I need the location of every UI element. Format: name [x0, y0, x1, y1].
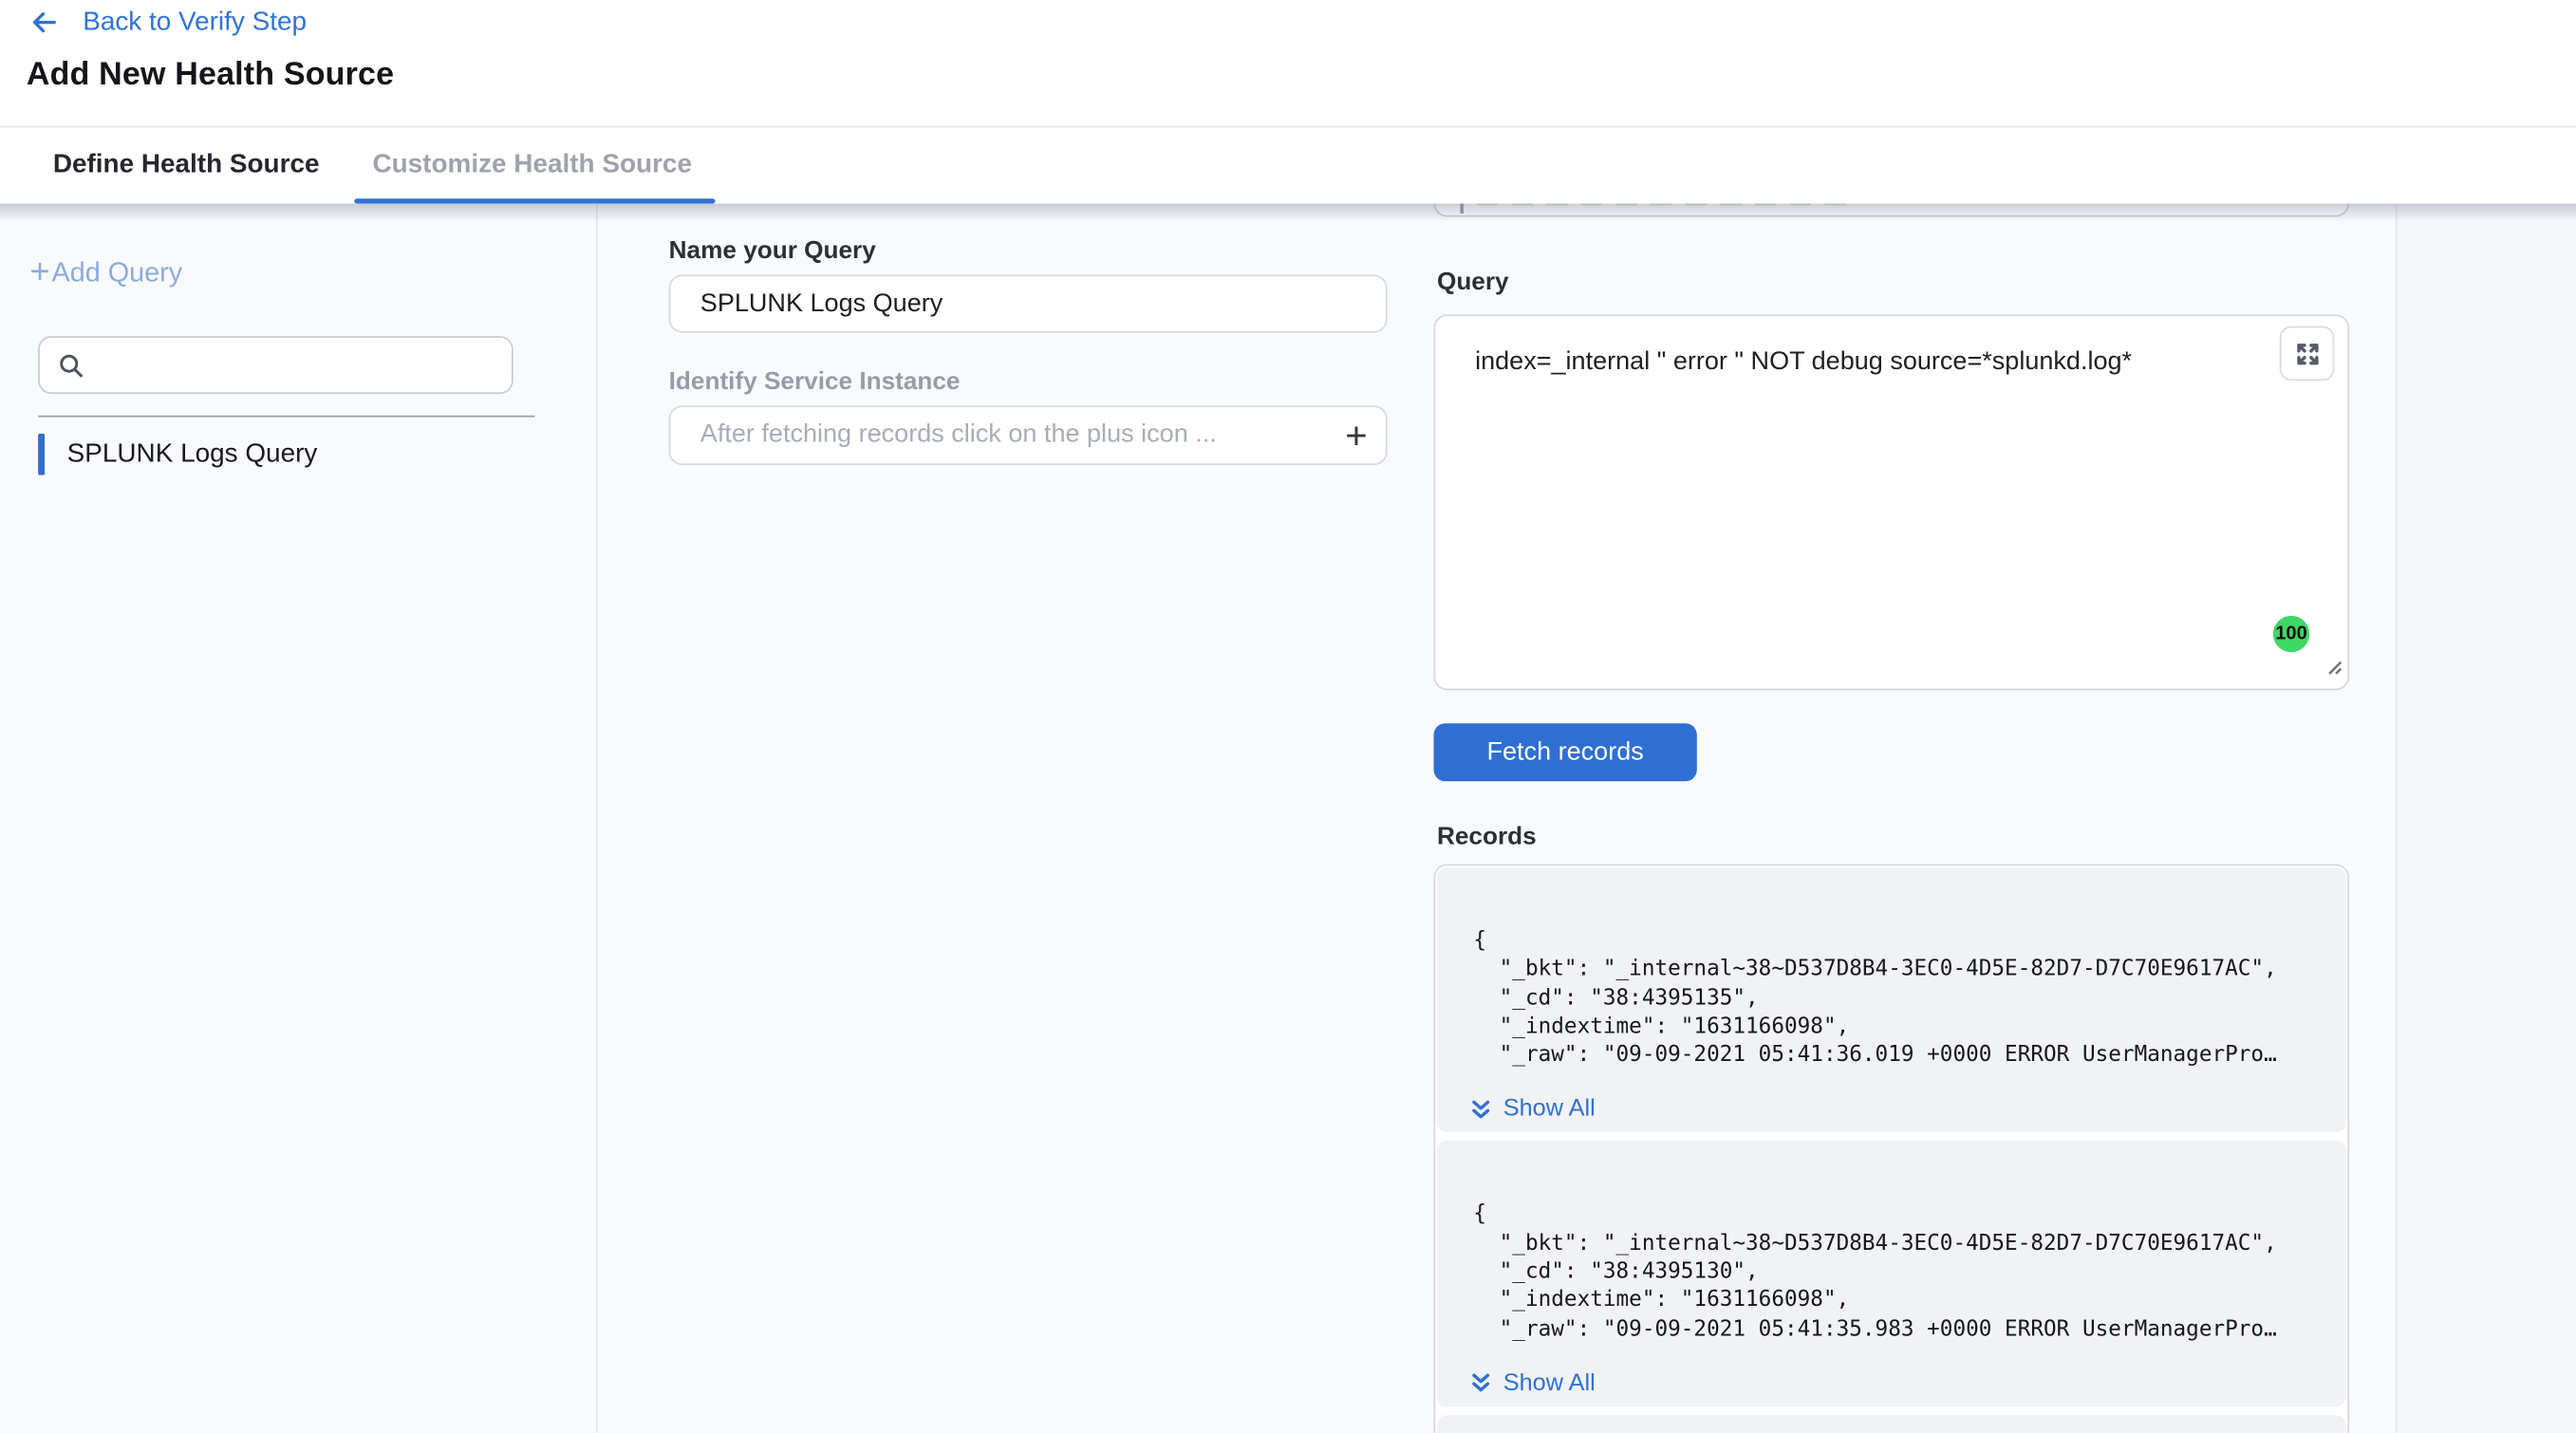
add-service-instance-plus-icon[interactable]: + — [1345, 409, 1367, 462]
header-divider — [0, 126, 2576, 128]
records-label: Records — [1437, 823, 1537, 851]
back-arrow-icon — [28, 7, 60, 38]
service-instance-input[interactable] — [669, 405, 1388, 465]
page-title: Add New Health Source — [27, 56, 394, 94]
name-query-label: Name your Query — [669, 236, 876, 265]
add-query-label: Add Query — [52, 257, 183, 288]
query-textarea[interactable]: index=_internal " error " NOT debug sour… — [1433, 314, 2349, 690]
record-json: { "_bkt": "_internal~38~D537D8B4-3EC0-4D… — [1437, 1142, 2346, 1345]
record-card-clipped — [1437, 1415, 2346, 1433]
add-query-button[interactable]: + Add Query — [29, 256, 182, 289]
sidebar-item-splunk-logs-query[interactable]: SPLUNK Logs Query — [38, 434, 317, 475]
query-item-label: SPLUNK Logs Query — [67, 439, 318, 469]
show-all-label: Show All — [1503, 1370, 1596, 1397]
active-tab-underline — [354, 197, 715, 203]
query-sidebar: + Add Query SPLUNK Logs Query — [0, 204, 598, 1433]
resize-handle[interactable] — [2321, 654, 2343, 683]
tab-bar: Define Health Source Customize Health So… — [0, 127, 2576, 203]
double-chevron-down-icon — [1470, 1373, 1492, 1395]
show-all-label: Show All — [1503, 1097, 1596, 1124]
search-icon — [58, 352, 84, 379]
fetch-records-button[interactable]: Fetch records — [1433, 723, 1696, 781]
show-all-link[interactable]: Show All — [1470, 1370, 2346, 1397]
app-header: Back to Verify Step Add New Health Sourc… — [0, 0, 2576, 127]
records-list: { "_bkt": "_internal~38~D537D8B4-3EC0-4D… — [1433, 864, 2349, 1433]
back-link[interactable]: Back to Verify Step — [28, 7, 307, 38]
record-count-badge: 100 — [2273, 616, 2309, 652]
record-card: { "_bkt": "_internal~38~D537D8B4-3EC0-4D… — [1437, 1142, 2346, 1407]
search-input[interactable] — [98, 352, 512, 379]
page: Back to Verify Step Add New Health Sourc… — [0, 0, 2576, 1433]
query-text: index=_internal " error " NOT debug sour… — [1475, 347, 2132, 377]
query-label: Query — [1437, 269, 1509, 297]
tab-customize-health-source[interactable]: Customize Health Source — [372, 127, 692, 203]
expand-icon — [2294, 340, 2321, 366]
query-search-box — [38, 336, 513, 394]
sidebar-divider — [38, 416, 534, 418]
selected-indicator-bar — [38, 434, 44, 475]
record-json: { "_bkt": "_internal~38~D537D8B4-3EC0-4D… — [1437, 867, 2346, 1070]
tab-define-health-source[interactable]: Define Health Source — [53, 127, 320, 203]
identify-service-instance-label: Identify Service Instance — [669, 367, 961, 396]
query-name-input[interactable] — [669, 275, 1388, 333]
back-link-label: Back to Verify Step — [83, 8, 307, 37]
plus-icon: + — [29, 256, 49, 289]
double-chevron-down-icon — [1470, 1099, 1492, 1121]
record-card: { "_bkt": "_internal~38~D537D8B4-3EC0-4D… — [1437, 867, 2346, 1133]
content-area: + Add Query SPLUNK Logs Query Name your … — [0, 204, 2576, 1433]
right-panel-strip — [2396, 204, 2576, 1433]
expand-query-button[interactable] — [2280, 326, 2335, 382]
service-instance-field-wrap: + — [669, 405, 1388, 465]
show-all-link[interactable]: Show All — [1470, 1097, 2346, 1124]
